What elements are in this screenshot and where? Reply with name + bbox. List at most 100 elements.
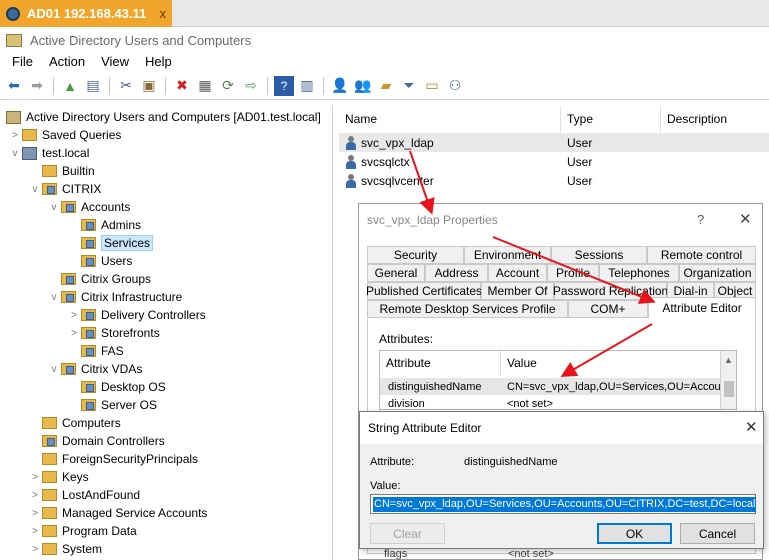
scroll-up-icon[interactable]: ▲ <box>724 355 733 365</box>
tree-node-domain[interactable]: v test.local <box>8 144 90 162</box>
tree-node-users[interactable]: Users <box>67 252 132 270</box>
tree-node-citrix-infrastructure[interactable]: v Citrix Infrastructure <box>47 288 183 306</box>
forward-icon[interactable]: ➡ <box>27 76 47 96</box>
grid-header-value[interactable]: Value <box>501 351 722 375</box>
cancel-button[interactable]: Cancel <box>680 523 755 544</box>
scroll-thumb[interactable] <box>724 381 734 397</box>
tree-node-citrix[interactable]: v CITRIX <box>28 180 102 198</box>
tree-label: Saved Queries <box>42 128 122 142</box>
help-question-icon[interactable]: ? <box>697 212 704 227</box>
tree-node-saved-queries[interactable]: > Saved Queries <box>8 126 121 144</box>
tree-node-fas[interactable]: FAS <box>67 342 124 360</box>
grid-row[interactable]: distinguishedName CN=svc_vpx_ldap,OU=Ser… <box>380 378 735 395</box>
expand-icon[interactable]: > <box>28 490 42 501</box>
grid-scrollbar[interactable]: ▲ <box>720 351 736 409</box>
tab-organization[interactable]: Organization <box>679 264 756 282</box>
tree-node-services[interactable]: Services <box>67 234 154 252</box>
collapse-icon[interactable]: v <box>28 184 42 195</box>
tab-address[interactable]: Address <box>425 264 488 282</box>
vm-tab-close-icon[interactable]: x <box>160 6 167 21</box>
new-group-icon[interactable]: 👥 <box>353 76 373 96</box>
tree-node-citrix-vdas[interactable]: v Citrix VDAs <box>47 360 143 378</box>
expand-icon[interactable]: > <box>28 526 42 537</box>
new-ou-icon[interactable]: ▰ <box>376 76 396 96</box>
tab-general[interactable]: General <box>367 264 425 282</box>
expand-icon[interactable]: > <box>8 130 22 141</box>
tab-account[interactable]: Account <box>488 264 547 282</box>
help-icon[interactable]: ? <box>274 75 294 96</box>
column-header-description[interactable]: Description <box>661 106 769 132</box>
tree-node-root[interactable]: Active Directory Users and Computers [AD… <box>6 108 321 126</box>
tree-node-builtin[interactable]: Builtin <box>28 162 95 180</box>
collapse-icon[interactable]: v <box>8 148 22 159</box>
tree-node-server-os[interactable]: Server OS <box>67 396 157 414</box>
tab-sessions[interactable]: Sessions <box>551 246 647 264</box>
tab-profile[interactable]: Profile <box>547 264 599 282</box>
tab-com-plus[interactable]: COM+ <box>568 300 648 318</box>
tree-node-computers[interactable]: Computers <box>28 414 121 432</box>
vm-tab[interactable]: AD01 192.168.43.11 x <box>0 0 172 27</box>
grid-header-attribute[interactable]: Attribute <box>380 351 501 375</box>
expand-icon[interactable]: > <box>67 328 81 339</box>
cut-icon[interactable]: ✂ <box>116 76 136 96</box>
tab-attribute-editor[interactable]: Attribute Editor <box>648 297 756 319</box>
tree-node-domain-controllers[interactable]: Domain Controllers <box>28 432 165 450</box>
show-console-tree-icon[interactable]: ▤ <box>83 76 103 96</box>
filter-icon[interactable]: ⏷ <box>399 76 419 96</box>
collapse-icon[interactable]: v <box>47 292 61 303</box>
value-input[interactable]: CN=svc_vpx_ldap,OU=Services,OU=Accounts,… <box>370 494 757 514</box>
find-icon[interactable]: ▭ <box>422 76 442 96</box>
copy-icon[interactable]: ▣ <box>139 76 159 96</box>
tree-node-system[interactable]: > System <box>28 540 102 558</box>
properties-icon[interactable]: ▦ <box>195 76 215 96</box>
tree-node-keys[interactable]: > Keys <box>28 468 89 486</box>
tab-environment[interactable]: Environment <box>464 246 551 264</box>
clear-button[interactable]: Clear <box>370 523 445 544</box>
menu-file[interactable]: File <box>4 54 41 69</box>
menu-help[interactable]: Help <box>137 54 180 69</box>
tree-node-storefronts[interactable]: > Storefronts <box>67 324 160 342</box>
new-user-icon[interactable]: 👤 <box>330 76 350 96</box>
up-folder-icon[interactable]: ▲ <box>60 76 80 96</box>
back-icon[interactable]: ⬅ <box>4 76 24 96</box>
tree-node-lost-and-found[interactable]: > LostAndFound <box>28 486 140 504</box>
menu-action[interactable]: Action <box>41 54 93 69</box>
tree-label: Builtin <box>62 164 95 178</box>
collapse-icon[interactable]: v <box>47 202 61 213</box>
collapse-icon[interactable]: v <box>47 364 61 375</box>
expand-icon[interactable]: > <box>28 508 42 519</box>
properties-close-icon[interactable]: ✕ <box>739 210 752 228</box>
refresh-icon[interactable]: ⟳ <box>218 76 238 96</box>
expand-icon[interactable]: > <box>28 544 42 555</box>
tab-member-of[interactable]: Member Of <box>481 282 554 300</box>
list-item[interactable]: svcsqlctx User <box>339 152 769 171</box>
tree-node-desktop-os[interactable]: Desktop OS <box>67 378 166 396</box>
menu-view[interactable]: View <box>93 54 137 69</box>
tab-telephones[interactable]: Telephones <box>599 264 679 282</box>
tab-published-certificates[interactable]: Published Certificates <box>366 282 482 300</box>
tab-remote-desktop-services-profile[interactable]: Remote Desktop Services Profile <box>367 300 568 318</box>
tree-node-program-data[interactable]: > Program Data <box>28 522 137 540</box>
tree-node-delivery-controllers[interactable]: > Delivery Controllers <box>67 306 206 324</box>
tab-security[interactable]: Security <box>367 246 464 264</box>
add-to-group-icon[interactable]: ⚇ <box>445 76 465 96</box>
tree-node-admins[interactable]: Admins <box>67 216 141 234</box>
tab-remote-control[interactable]: Remote control <box>647 246 756 264</box>
list-item[interactable]: svc_vpx_ldap User <box>339 133 769 152</box>
sae-close-icon[interactable]: ✕ <box>745 418 758 436</box>
column-header-type[interactable]: Type <box>561 106 661 132</box>
tree-node-fsp[interactable]: ForeignSecurityPrincipals <box>28 450 198 468</box>
list-item[interactable]: svcsqlvcenter User <box>339 171 769 190</box>
export-list-icon[interactable]: ⇨ <box>241 76 261 96</box>
ok-button[interactable]: OK <box>597 523 672 544</box>
expand-icon[interactable]: > <box>67 310 81 321</box>
show-details-icon[interactable]: ▥ <box>297 76 317 96</box>
grid-row[interactable]: division <not set> <box>380 395 720 410</box>
tree-node-citrix-groups[interactable]: Citrix Groups <box>47 270 151 288</box>
column-header-name[interactable]: Name <box>339 106 561 132</box>
tree-node-accounts[interactable]: v Accounts <box>47 198 131 216</box>
expand-icon[interactable]: > <box>28 472 42 483</box>
delete-icon[interactable]: ✖ <box>172 76 192 96</box>
tree-node-msa[interactable]: > Managed Service Accounts <box>28 504 207 522</box>
ou-folder-icon <box>42 183 57 195</box>
